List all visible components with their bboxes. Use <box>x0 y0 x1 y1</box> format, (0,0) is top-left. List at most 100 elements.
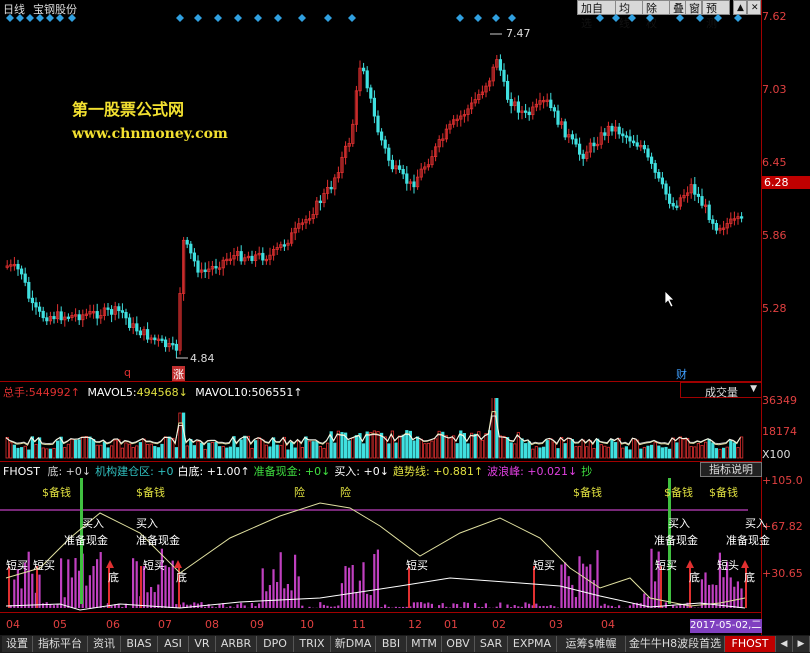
volume-bar <box>704 441 708 459</box>
event-marker-zhang[interactable]: 涨 <box>172 366 185 382</box>
candle-body <box>628 136 632 142</box>
volume-bar <box>732 442 737 459</box>
volume-bar <box>505 437 510 459</box>
tab-scroll-left-icon[interactable]: ◀ <box>776 636 793 652</box>
tab-arbr[interactable]: ARBR <box>216 636 257 652</box>
indicator-help-button[interactable]: 指标说明 <box>700 462 762 477</box>
indicator-bar <box>506 604 509 608</box>
volume-bar <box>189 439 193 459</box>
tab-settings[interactable]: 设置 <box>2 636 33 652</box>
tab-mtm[interactable]: MTM <box>407 636 442 652</box>
tab-bbi[interactable]: BBI <box>376 636 407 652</box>
indicator-bar <box>229 606 232 608</box>
candlestick-chart[interactable] <box>0 16 762 380</box>
indicator-bar <box>319 602 322 608</box>
indicator-bar <box>578 556 581 608</box>
price-tick: 7.03 <box>762 83 787 96</box>
candle-body <box>59 311 63 321</box>
volume-bar <box>106 447 110 459</box>
event-marker-q[interactable]: q <box>124 366 131 379</box>
indicator-bar <box>344 566 347 608</box>
indicator-chart[interactable] <box>0 478 762 612</box>
volume-bar <box>52 447 56 459</box>
volume-bar <box>311 441 315 459</box>
candle-body <box>592 142 596 147</box>
indicator-label: 险 <box>340 486 351 499</box>
indicator-bar <box>96 559 99 608</box>
indicator-bar <box>13 579 16 608</box>
candle-body <box>185 239 189 245</box>
volume-bar <box>9 442 13 459</box>
candle-body <box>174 343 178 351</box>
tab-yunchou[interactable]: 运筹$帷幄 <box>557 636 626 652</box>
tab-dpo[interactable]: DPO <box>257 636 294 652</box>
indicator-bar <box>466 602 469 608</box>
volume-bar <box>268 446 272 459</box>
indicator-label: 短买 <box>6 559 28 572</box>
volume-bar <box>239 439 243 459</box>
indicator-tick: +105.0 <box>762 474 803 487</box>
indicator-bar <box>362 562 365 608</box>
indicator-bar <box>52 605 55 608</box>
tab-new-dma[interactable]: 新DMA <box>331 636 376 652</box>
volume-bar <box>740 436 744 459</box>
tab-vr[interactable]: VR <box>189 636 216 652</box>
volume-bar <box>718 448 722 459</box>
tab-expma[interactable]: EXPMA <box>508 636 557 652</box>
indicator-bar <box>157 584 160 608</box>
indicator-bar <box>481 606 484 608</box>
tab-jinniu[interactable]: 金牛牛H8波段首选 <box>626 636 725 652</box>
indicator-bar <box>553 606 556 608</box>
volume-selector[interactable]: 成交量 ▼ <box>680 382 762 399</box>
indicator-bar <box>571 584 574 608</box>
tab-trix[interactable]: TRIX <box>294 636 331 652</box>
indicator-bar <box>358 580 361 608</box>
tab-scroll-right-icon[interactable]: ▶ <box>793 636 810 652</box>
candle-body <box>124 311 128 319</box>
candle-body <box>38 306 42 312</box>
volume-bar <box>711 442 715 459</box>
indicator-bar <box>596 550 599 608</box>
volume-bar <box>279 444 283 459</box>
candle-body <box>361 67 366 72</box>
candle-body <box>711 219 715 224</box>
tab-fhost[interactable]: FHOST <box>725 636 776 652</box>
tab-asi[interactable]: ASI <box>158 636 189 652</box>
volume-chart[interactable] <box>0 398 762 460</box>
indicator-bar <box>510 607 513 608</box>
candle-body <box>563 121 567 138</box>
tab-indicator-platform[interactable]: 指标平台 <box>33 636 88 652</box>
candle-body <box>138 330 142 336</box>
indicator-bar <box>704 572 707 608</box>
indicator-bar <box>250 603 253 608</box>
event-marker-cai[interactable]: 财 <box>676 366 687 382</box>
indicator-bar <box>499 602 502 608</box>
indicator-label: $备钱 <box>136 486 165 499</box>
indicator-marker <box>140 566 142 608</box>
volume-bar <box>444 435 449 459</box>
tab-obv[interactable]: OBV <box>442 636 475 652</box>
indicator-bar <box>355 592 358 608</box>
candle-body <box>664 183 668 195</box>
volume-bar <box>531 448 535 459</box>
volume-bar <box>498 435 503 459</box>
tab-sar[interactable]: SAR <box>475 636 508 652</box>
volume-bar <box>5 436 9 459</box>
volume-bar <box>264 444 269 459</box>
volume-bar <box>560 437 564 459</box>
candle-body <box>617 126 621 135</box>
candle-body <box>250 255 254 261</box>
candle-body <box>171 343 175 346</box>
watermark: 第一股票公式网 www.chnmoney.com <box>72 96 228 142</box>
tab-bias[interactable]: BIAS <box>121 636 158 652</box>
volume-bar <box>66 443 70 459</box>
volume-bar <box>650 444 654 459</box>
volume-bar <box>473 433 477 459</box>
volume-bar <box>124 442 128 459</box>
volume-bar <box>696 443 701 459</box>
indicator-bar <box>200 602 203 608</box>
tab-news[interactable]: 资讯 <box>88 636 121 652</box>
candle-body <box>77 314 81 321</box>
volume-bar <box>556 448 560 459</box>
indicator-bar <box>258 603 261 608</box>
